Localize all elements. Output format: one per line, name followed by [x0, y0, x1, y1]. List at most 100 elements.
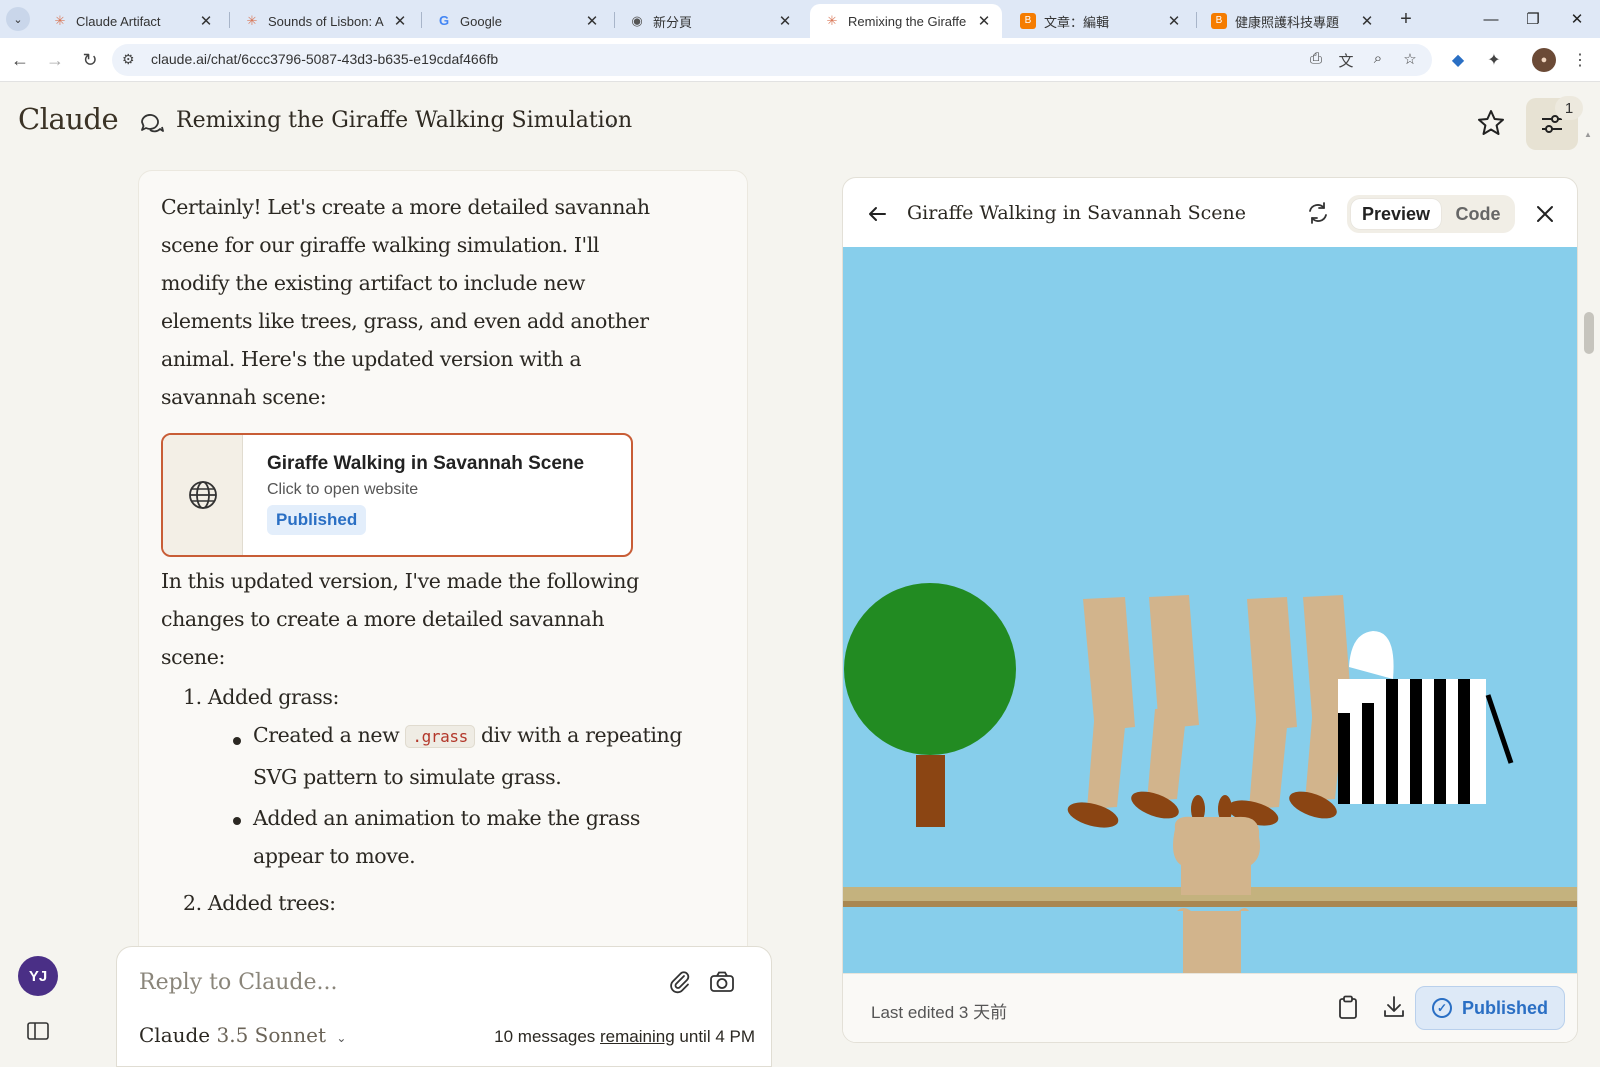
browser-tab-google[interactable]: G Google ✕ [422, 4, 610, 38]
paperclip-icon[interactable] [667, 969, 693, 995]
artifact-card-subtitle: Click to open website [267, 481, 419, 498]
zebra-stripe [1434, 679, 1446, 804]
artifact-panel: Giraffe Walking in Savannah Scene Previe… [842, 177, 1578, 1043]
zebra-stripe [1362, 703, 1374, 804]
blogger-icon: B [1020, 13, 1036, 29]
blogger-icon: B [1211, 13, 1227, 29]
restore-button[interactable]: ❐ [1518, 6, 1548, 32]
ground-edge [843, 901, 1577, 907]
bullet [233, 817, 241, 825]
scroll-up-arrow[interactable]: ▲ [1584, 130, 1592, 139]
browser-tab-sounds-of-lisbon[interactable]: ✳ Sounds of Lisbon: A Vi ✕ [230, 4, 418, 38]
artifact-card[interactable]: Giraffe Walking in Savannah Scene Click … [161, 433, 633, 557]
zebra-stripe [1338, 713, 1350, 804]
claude-logo[interactable]: Claude [18, 102, 119, 136]
published-button[interactable]: ✓ Published [1415, 986, 1565, 1030]
assistant-message: Certainly! Let's create a more detailed … [138, 170, 748, 960]
changes-intro: In this updated version, I've made the f… [161, 569, 639, 669]
page-scrollbar-thumb[interactable] [1584, 312, 1594, 354]
address-bar[interactable]: ⚙ claude.ai/chat/6ccc3796-5087-43d3-b635… [112, 44, 1432, 76]
browser-tabstrip: ⌄ ✳ Claude Artifact ✕ ✳ Sounds of Lisbon… [0, 0, 1600, 38]
extensions-puzzle-icon[interactable]: ✦ [1482, 48, 1506, 72]
star-icon[interactable] [1476, 108, 1506, 138]
globe-icon-wrap [163, 435, 243, 555]
browser-tab-article-edit[interactable]: B 文章：編輯 ✕ [1006, 4, 1192, 38]
site-info-icon[interactable]: ⚙ [122, 51, 135, 68]
zebra-stripe [1458, 679, 1470, 804]
url-text[interactable]: claude.ai/chat/6ccc3796-5087-43d3-b635-e… [151, 51, 498, 67]
tab-search-dropdown[interactable]: ⌄ [6, 7, 30, 31]
bookmark-star-icon[interactable]: ☆ [1400, 50, 1420, 68]
list-item: Added an animation to make the grass app… [253, 806, 640, 868]
message-intro: Certainly! Let's create a more detailed … [161, 195, 650, 409]
chat-bubbles-icon [141, 114, 164, 133]
globe-icon [188, 481, 217, 509]
list-item: 2. Added trees: [183, 891, 336, 915]
list-item: Created a new .grass div with a repeatin… [253, 723, 683, 789]
browser-menu-icon[interactable]: ⋮ [1568, 48, 1592, 72]
close-icon[interactable]: ✕ [1166, 12, 1182, 30]
close-icon[interactable]: ✕ [976, 12, 992, 30]
remaining-link[interactable]: remaining [600, 1027, 675, 1046]
chrome-icon: ◉ [631, 13, 643, 28]
user-avatar[interactable]: YJ [18, 956, 58, 996]
google-icon: G [438, 13, 450, 28]
chevron-down-icon[interactable]: ⌄ [604, 114, 616, 131]
camera-icon[interactable] [709, 969, 735, 995]
notification-badge: 1 [1555, 96, 1583, 120]
close-icon[interactable]: ✕ [777, 12, 793, 30]
translate-icon[interactable]: 文 [1336, 50, 1356, 71]
clipboard-icon[interactable] [1335, 994, 1361, 1020]
tab-code[interactable]: Code [1445, 199, 1511, 229]
usage-remaining: 10 messages remaining until 4 PM [494, 1027, 755, 1046]
install-app-icon[interactable]: ⎙ [1306, 50, 1326, 67]
profile-avatar[interactable]: ● [1532, 48, 1556, 72]
claude-icon: ✳ [826, 13, 838, 28]
close-icon[interactable] [1533, 202, 1557, 226]
window-close-button[interactable]: ✕ [1562, 6, 1592, 32]
last-edited-text: Last edited 3 天前 [871, 1003, 1008, 1022]
close-icon[interactable]: ✕ [392, 12, 408, 30]
arrow-left-icon[interactable] [865, 202, 889, 226]
artifact-preview-scene[interactable] [843, 247, 1578, 973]
zoom-icon[interactable]: ⌕ [1368, 50, 1388, 67]
zebra-stripe [1386, 679, 1398, 804]
view-toggle: Preview Code [1347, 195, 1515, 233]
close-icon[interactable]: ✕ [584, 12, 600, 30]
chat-title[interactable]: Remixing the Giraffe Walking Simulation [176, 108, 632, 133]
claude-icon: ✳ [246, 13, 258, 28]
artifact-title: Giraffe Walking in Savannah Scene [907, 202, 1246, 224]
extension-diamond-icon[interactable]: ◆ [1446, 48, 1470, 72]
tab-preview[interactable]: Preview [1351, 199, 1441, 229]
browser-tab-remixing-giraffe[interactable]: ✳ Remixing the Giraffe W ✕ [810, 4, 1002, 38]
giraffe-neck [1183, 911, 1241, 973]
tree-crown [844, 583, 1016, 755]
bullet [233, 737, 241, 745]
close-icon[interactable]: ✕ [1359, 12, 1375, 30]
back-button[interactable]: ← [8, 48, 32, 72]
new-tab-button[interactable]: + [1394, 8, 1418, 31]
reload-button[interactable]: ↻ [78, 48, 102, 72]
zebra-stripe [1410, 679, 1422, 804]
browser-tab-healthcare[interactable]: B 健康照護科技專題 ✕ [1197, 4, 1385, 38]
browser-tab-new-tab[interactable]: ◉ 新分頁 ✕ [615, 4, 803, 38]
inline-code: .grass [405, 725, 475, 748]
published-badge: Published [267, 505, 367, 535]
reply-input[interactable] [139, 965, 639, 999]
browser-tab-claude-artifact[interactable]: ✳ Claude Artifact ✕ [38, 4, 224, 38]
chevron-down-icon: ⌄ [336, 1031, 347, 1045]
minimize-button[interactable]: — [1476, 6, 1506, 32]
close-icon[interactable]: ✕ [198, 12, 214, 30]
tree-trunk [916, 755, 945, 827]
forward-button[interactable]: → [43, 48, 67, 72]
browser-toolbar: ← → ↻ ⚙ claude.ai/chat/6ccc3796-5087-43d… [0, 38, 1600, 82]
artifact-card-title: Giraffe Walking in Savannah Scene [267, 453, 585, 474]
download-icon[interactable] [1381, 994, 1407, 1020]
check-circle-icon: ✓ [1431, 998, 1452, 1018]
refresh-icon[interactable] [1305, 200, 1331, 226]
giraffe-head [1173, 816, 1260, 895]
sidebar-toggle-icon[interactable] [27, 1022, 49, 1040]
artifact-footer: Last edited 3 天前 ✓ Published [843, 973, 1577, 1042]
reply-composer: Claude 3.5 Sonnet ⌄ 10 messages remainin… [116, 946, 772, 1067]
model-selector[interactable]: Claude 3.5 Sonnet ⌄ [139, 1023, 346, 1047]
